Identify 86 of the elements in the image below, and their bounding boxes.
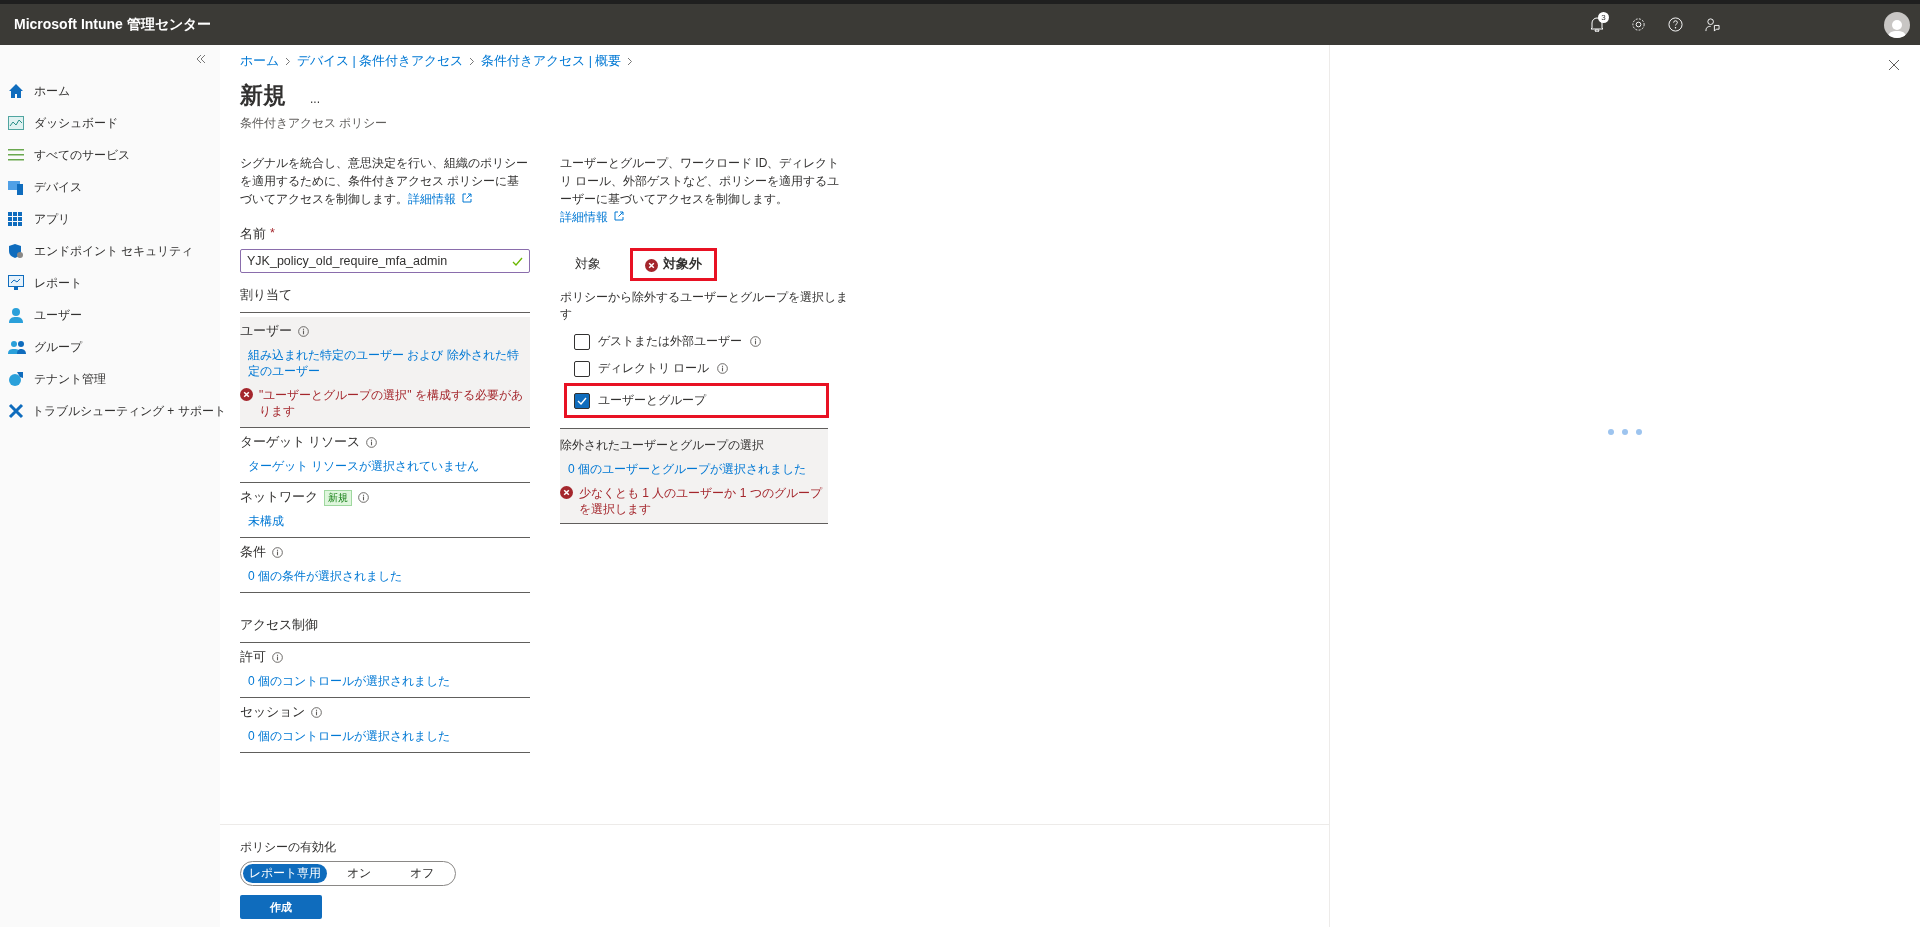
user-icon [8, 307, 26, 323]
section-link[interactable]: 0 個の条件が選択されました [240, 568, 530, 584]
description: シグナルを統合し、意思決定を行い、組織のポリシーを適用するために、条件付きアクセス ポリシーに基づいてアクセスを制御します。詳細情報 [240, 155, 529, 208]
section-label: ターゲット リソース [240, 434, 361, 451]
section-label: ユーザー [240, 323, 292, 340]
sidebar-item[interactable]: アプリ [8, 203, 220, 235]
toggle-option[interactable]: オン [327, 864, 390, 883]
device-icon [8, 179, 26, 195]
error-icon [560, 486, 573, 499]
close-icon[interactable] [1888, 59, 1900, 71]
tab[interactable]: 対象外 [630, 248, 717, 281]
section-heading: 割り当て [240, 287, 530, 313]
toggle-label: ポリシーの有効化 [240, 839, 337, 856]
section-link[interactable]: 未構成 [240, 513, 530, 529]
home-icon [8, 83, 26, 99]
toggle-option[interactable]: レポート専用 [243, 864, 327, 883]
chart-icon [8, 116, 26, 130]
check-icon [512, 256, 523, 266]
section-link[interactable]: 0 個のコントロールが選択されました [240, 728, 530, 744]
sidebar-item[interactable]: デバイス [8, 171, 220, 203]
breadcrumb-link[interactable]: ホーム [240, 53, 279, 70]
panel-title: 除外されたユーザーとグループの選択 [560, 437, 765, 454]
breadcrumb-link[interactable]: デバイス | 条件付きアクセス [297, 53, 464, 70]
sidebar-item[interactable]: テナント管理 [8, 363, 220, 395]
group-icon [8, 340, 26, 354]
field-label: 名前 [240, 226, 266, 243]
section-label: ネットワーク [240, 489, 318, 506]
sidebar-item[interactable]: レポート [8, 267, 220, 299]
section-label: 許可 [240, 649, 266, 666]
help-icon[interactable] [1668, 17, 1683, 32]
avatar[interactable] [1884, 11, 1910, 38]
section-label: セッション [240, 704, 305, 721]
settings-icon[interactable] [1631, 17, 1646, 32]
external-link-icon [462, 193, 472, 203]
sidebar-item[interactable]: ホーム [8, 75, 220, 107]
sidebar-item[interactable]: ユーザー [8, 299, 220, 331]
notification-button[interactable] [1590, 17, 1604, 32]
app-title: Microsoft Intune 管理センター [14, 15, 212, 34]
required-mark: * [270, 226, 275, 242]
sidebar-item[interactable]: エンドポイント セキュリティ [8, 235, 220, 267]
create-button[interactable]: 作成 [240, 895, 322, 919]
info-icon [272, 547, 283, 558]
list-icon [8, 148, 26, 162]
name-field[interactable]: YJK_policy_old_require_mfa_admin [240, 249, 530, 273]
checkbox-label: ディレクトリ ロール [598, 360, 710, 377]
checkbox-label: ユーザーとグループ [598, 392, 706, 409]
section-heading: アクセス制御 [240, 617, 530, 643]
monitor-icon [8, 275, 26, 291]
notification-count: 3 [1598, 12, 1609, 23]
external-link-icon [614, 211, 624, 221]
bell-icon [1590, 17, 1604, 32]
error-message: 少なくとも 1 人のユーザーか 1 つのグループを選択します [579, 485, 824, 517]
error-icon [240, 388, 253, 401]
section-link[interactable]: 組み込まれた特定のユーザー および 除外された特定のユーザー [240, 347, 530, 379]
sidebar-item[interactable]: グループ [8, 331, 220, 363]
description: ユーザーとグループ、ワークロード ID、ディレクトリ ロール、外部ゲストなど、ポリシーを適用するユーザーに基づいてアクセスを制御します。 詳細情報 [560, 155, 841, 226]
toggle-option[interactable]: オフ [390, 864, 453, 883]
info-icon [272, 652, 283, 663]
error-message: "ユーザーとグループの選択" を構成する必要があります [259, 387, 524, 419]
checkbox-label: ゲストまたは外部ユーザー [598, 333, 742, 350]
info-icon [311, 707, 322, 718]
page-subtitle: 条件付きアクセス ポリシー [240, 115, 389, 132]
loading-indicator [1608, 429, 1642, 435]
learn-more-link[interactable]: 詳細情報 [560, 210, 624, 224]
checkbox[interactable] [574, 333, 590, 350]
prompt: ポリシーから除外するユーザーとグループを選択します [560, 289, 849, 323]
section-link[interactable]: 0 個のコントロールが選択されました [240, 673, 530, 689]
section-label: 条件 [240, 544, 266, 561]
info-icon [366, 437, 378, 448]
checkbox[interactable] [574, 392, 590, 409]
tab[interactable]: 対象 [560, 248, 616, 281]
section-link[interactable]: ターゲット リソースが選択されていません [240, 458, 530, 474]
breadcrumb-link[interactable]: 条件付きアクセス | 概要 [481, 53, 622, 70]
page-title: 新規 [240, 81, 286, 110]
feedback-icon[interactable] [1705, 17, 1720, 32]
checkbox[interactable] [574, 360, 590, 377]
shield-icon [8, 243, 26, 259]
sidebar-item[interactable]: すべてのサービス [8, 139, 220, 171]
learn-more-link[interactable]: 詳細情報 [408, 192, 472, 206]
new-badge: 新規 [324, 489, 352, 506]
info-icon [298, 326, 309, 337]
selection-link[interactable]: 0 個のユーザーとグループが選択されました [560, 461, 828, 477]
info-icon [358, 492, 369, 503]
sidebar-item[interactable]: ダッシュボード [8, 107, 220, 139]
more-button[interactable]: ... [310, 92, 320, 106]
check-icon [577, 396, 587, 405]
